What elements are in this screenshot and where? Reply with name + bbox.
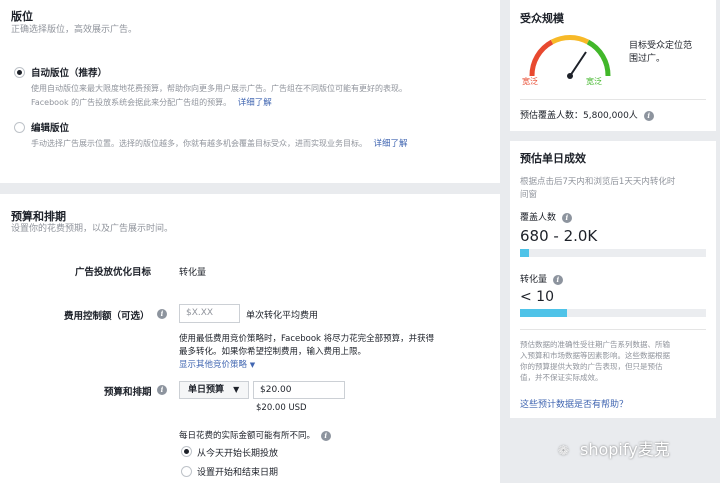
conversions-value: < 10 bbox=[520, 289, 554, 305]
potential-reach: 预估覆盖人数：5,800,000人 i bbox=[520, 108, 654, 121]
watermark-text: shopify麦克 bbox=[580, 440, 670, 459]
cost-help-1: 使用最低费用竞价策略时，Facebook 将尽力花完全部预算，并获得 bbox=[179, 334, 435, 344]
reach-info-icon[interactable]: i bbox=[643, 110, 654, 121]
auto-placement-desc-1: 使用自动版位来最大限度地花费预算，帮助你向更多用户展示广告。广告组在不同版位可能… bbox=[31, 84, 407, 93]
set-dates-label[interactable]: 设置开始和结束日期 bbox=[197, 465, 278, 478]
watermark: ❁ shopify麦克 bbox=[558, 436, 670, 460]
reach-label: 覆盖人数 i bbox=[520, 210, 572, 223]
caret-down-icon: ▼ bbox=[233, 385, 240, 394]
conversions-bar bbox=[520, 309, 706, 317]
helpful-feedback-link[interactable]: 这些预计数据是否有帮助？ bbox=[520, 397, 628, 410]
audience-size-card: 受众规模 宽泛 宽泛 目标受众定位范 围过广。 预估覆盖人数：5,800,000… bbox=[510, 0, 716, 131]
audience-gauge bbox=[529, 34, 611, 79]
reach-label-text: 覆盖人数 bbox=[520, 213, 557, 223]
estimate-note-3: 你的预算提供大致的广告表现，但只是预估 bbox=[520, 362, 663, 371]
budget-subtitle: 设置你的花费预期，以及广告展示时间。 bbox=[11, 224, 174, 234]
daily-results-title: 预估单日成效 bbox=[520, 152, 586, 165]
estimate-note-4: 值，并不保证实际成效。 bbox=[520, 373, 603, 382]
edit-placement-desc-text: 手动选择广告展示位置。选择的版位越多，你就有越多机会覆盖目标受众，进而实现业务目… bbox=[31, 139, 367, 148]
budget-card: 预算和排期 设置你的花费预期，以及广告展示时间。 广告投放优化目标 转化量 费用… bbox=[0, 194, 500, 483]
auto-placement-radio[interactable] bbox=[14, 67, 25, 78]
daily-results-desc-2: 间窗 bbox=[520, 190, 538, 200]
auto-placement-desc-2: Facebook 的广告投放系统会据此来分配广告组的预算。 详细了解 bbox=[31, 96, 272, 108]
optimization-goal-label: 广告投放优化目标 bbox=[75, 267, 152, 278]
schedule-info-icon[interactable]: i bbox=[157, 385, 167, 395]
conversions-info-icon[interactable]: i bbox=[552, 274, 563, 285]
cost-control-suffix: 单次转化平均费用 bbox=[246, 311, 319, 321]
auto-learn-more-link[interactable]: 详细了解 bbox=[238, 98, 272, 108]
run-continuously-radio[interactable] bbox=[181, 446, 192, 457]
estimate-note-1: 预估数据的准确性受往期广告系列数据、所输 bbox=[520, 340, 670, 349]
show-more-bid-strategies-link[interactable]: 显示其他竞价策略 ▼ bbox=[179, 358, 255, 370]
reach-bar bbox=[520, 249, 706, 257]
edit-placement-radio[interactable] bbox=[14, 122, 25, 133]
budget-type-value: 单日预算 bbox=[188, 385, 225, 395]
audience-desc-2: 围过广。 bbox=[629, 54, 666, 64]
placements-card: 版位 正确选择版位，高效展示广告。 自动版位（推荐） 使用自动版位来最大限度地花… bbox=[0, 0, 500, 183]
gauge-left-label: 宽泛 bbox=[522, 77, 538, 86]
optimization-goal-value: 转化量 bbox=[179, 268, 207, 278]
gauge-right-label: 宽泛 bbox=[586, 77, 602, 86]
cost-control-info-icon[interactable]: i bbox=[157, 309, 167, 319]
show-more-bid-strategies-label: 显示其他竞价策略 bbox=[179, 360, 248, 370]
cost-help-2: 最多转化。如果你希望控制费用，输入费用上限。 bbox=[179, 347, 367, 357]
daily-spend-note-text: 每日花费的实际金额可能有所不同。 bbox=[179, 431, 316, 441]
wechat-icon: ❁ bbox=[558, 444, 569, 459]
cost-control-label: 费用控制额（可选） bbox=[64, 311, 150, 322]
auto-placement-desc-2-text: Facebook 的广告投放系统会据此来分配广告组的预算。 bbox=[31, 98, 232, 107]
budget-usd-text: $20.00 USD bbox=[256, 403, 307, 413]
budget-type-dropdown[interactable]: 单日预算 ▼ bbox=[179, 381, 249, 399]
daily-note-info-icon[interactable]: i bbox=[320, 430, 331, 441]
placements-subtitle: 正确选择版位，高效展示广告。 bbox=[11, 25, 138, 35]
schedule-label: 预算和排期 bbox=[104, 387, 152, 398]
cost-control-input[interactable]: $X.XX bbox=[179, 304, 240, 323]
audience-divider bbox=[520, 99, 706, 100]
reach-bar-fill bbox=[520, 249, 530, 257]
audience-size-title: 受众规模 bbox=[520, 12, 564, 25]
reach-result-info-icon[interactable]: i bbox=[561, 212, 572, 223]
reach-value: 680 - 2.0K bbox=[520, 227, 598, 245]
estimate-note-2: 入预算和市场数据等因素影响。这些数据根据 bbox=[520, 351, 670, 360]
set-dates-radio[interactable] bbox=[181, 466, 192, 477]
daily-results-card: 预估单日成效 根据点击后7天内和浏览后1天天内转化时 间窗 覆盖人数 i 680… bbox=[510, 141, 716, 418]
edit-learn-more-link[interactable]: 详细了解 bbox=[374, 139, 408, 149]
conversions-label-text: 转化量 bbox=[520, 275, 548, 285]
potential-reach-text: 预估覆盖人数：5,800,000人 bbox=[520, 111, 638, 121]
auto-placement-label[interactable]: 自动版位（推荐） bbox=[31, 65, 107, 79]
budget-amount-input[interactable]: $20.00 bbox=[253, 381, 345, 399]
conversions-label: 转化量 i bbox=[520, 272, 563, 285]
edit-placement-desc: 手动选择广告展示位置。选择的版位越多，你就有越多机会覆盖目标受众，进而实现业务目… bbox=[31, 137, 408, 149]
daily-results-desc-1: 根据点击后7天内和浏览后1天天内转化时 bbox=[520, 177, 676, 187]
daily-divider bbox=[520, 329, 706, 330]
edit-placement-label[interactable]: 编辑版位 bbox=[31, 120, 69, 134]
daily-spend-note: 每日花费的实际金额可能有所不同。 i bbox=[179, 429, 331, 441]
run-continuously-label[interactable]: 从今天开始长期投放 bbox=[197, 446, 278, 459]
chevron-down-icon: ▼ bbox=[249, 361, 256, 369]
conversions-bar-fill bbox=[520, 309, 567, 317]
audience-desc-1: 目标受众定位范 bbox=[629, 41, 693, 51]
